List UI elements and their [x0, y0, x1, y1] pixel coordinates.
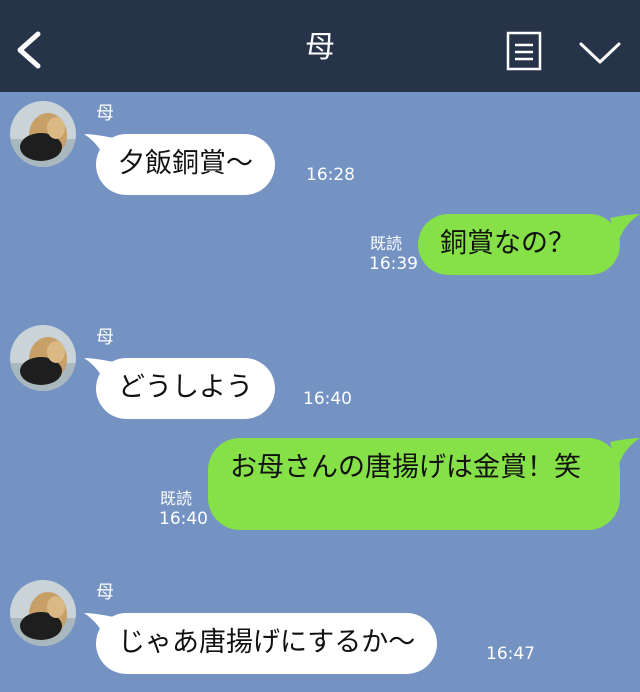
chat-title: 母: [305, 30, 335, 65]
collapse-button[interactable]: [578, 36, 622, 68]
message-bubble-incoming[interactable]: 夕飯銅賞〜: [96, 134, 275, 195]
sender-name: 母: [96, 103, 114, 124]
message-time: 16:47: [486, 644, 535, 664]
chevron-down-icon: [579, 42, 621, 64]
menu-button[interactable]: [506, 31, 542, 71]
message-bubble-incoming[interactable]: じゃあ唐揚げにするか〜: [96, 613, 438, 674]
message-time: 16:39: [369, 254, 418, 274]
read-receipt: 既読: [160, 489, 193, 508]
chat-header: 母: [0, 0, 640, 92]
message-time: 16:28: [306, 165, 355, 185]
document-lines-icon: [506, 31, 542, 71]
avatar[interactable]: [10, 325, 76, 391]
avatar[interactable]: [10, 580, 76, 646]
message-bubble-outgoing[interactable]: お母さんの唐揚げは金賞！笑: [208, 438, 620, 530]
avatar[interactable]: [10, 101, 76, 167]
message-bubble-incoming[interactable]: どうしよう: [96, 358, 275, 419]
message-time: 16:40: [159, 509, 208, 529]
read-receipt: 既読: [370, 234, 403, 253]
message-bubble-outgoing[interactable]: 銅賞なの？: [418, 214, 620, 275]
message-time: 16:40: [303, 389, 352, 409]
sender-name: 母: [96, 327, 114, 348]
sender-name: 母: [96, 582, 114, 603]
